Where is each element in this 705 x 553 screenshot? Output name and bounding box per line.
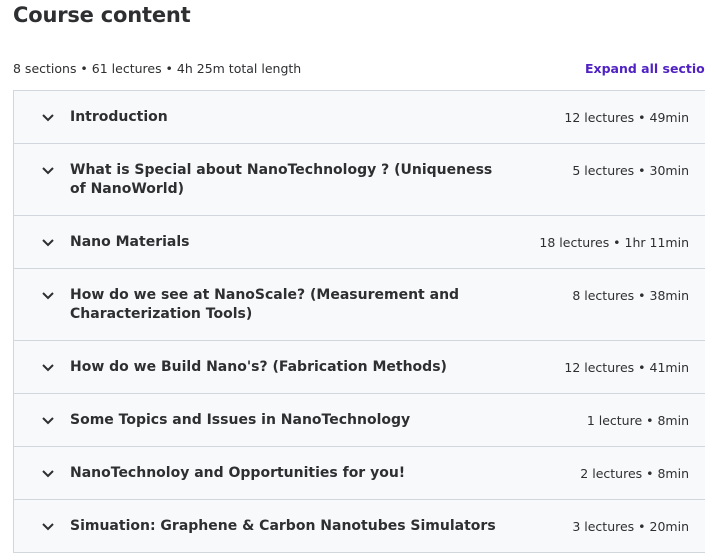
chevron-down-icon [41,166,55,176]
chevron-down-icon [41,363,55,373]
section-meta: 12 lectures • 49min [564,110,689,125]
section-panel-simulation[interactable]: Simuation: Graphene & Carbon Nanotubes S… [14,500,705,553]
section-panel-topics-issues[interactable]: Some Topics and Issues in NanoTechnology… [14,394,705,447]
section-panel-measurement-tools[interactable]: How do we see at NanoScale? (Measurement… [14,269,705,341]
chevron-down-icon [41,416,55,426]
course-summary-row: 8 sections • 61 lectures • 4h 25m total … [13,61,705,81]
chevron-down-icon [41,522,55,532]
section-meta: 1 lecture • 8min [586,413,689,428]
chevron-down-icon [41,291,55,301]
section-title: How do we see at NanoScale? (Measurement… [70,287,460,322]
section-title: What is Special about NanoTechnology ? (… [70,162,493,197]
chevron-down-icon [41,113,55,123]
course-content-heading: Course content [13,3,191,27]
course-summary: 8 sections • 61 lectures • 4h 25m total … [13,61,302,76]
section-title: NanoTechnoloy and Opportunities for you! [70,465,406,481]
expand-all-sections-button[interactable]: Expand all sections [585,61,705,76]
section-title: How do we Build Nano's? (Fabrication Met… [70,359,447,375]
section-panel-uniqueness[interactable]: What is Special about NanoTechnology ? (… [14,144,705,216]
section-panel-nano-materials[interactable]: Nano Materials 18 lectures • 1hr 11min [14,216,705,269]
section-panel-introduction[interactable]: Introduction 12 lectures • 49min [14,91,705,144]
section-list: Introduction 12 lectures • 49min What is… [13,90,705,553]
section-panel-fabrication-methods[interactable]: How do we Build Nano's? (Fabrication Met… [14,341,705,394]
section-meta: 8 lectures • 38min [572,288,689,303]
section-panel-opportunities[interactable]: NanoTechnoloy and Opportunities for you!… [14,447,705,500]
chevron-down-icon [41,469,55,479]
section-meta: 3 lectures • 20min [572,519,689,534]
section-title: Some Topics and Issues in NanoTechnology [70,412,411,428]
section-meta: 18 lectures • 1hr 11min [539,235,689,250]
section-meta: 2 lectures • 8min [580,466,689,481]
section-title: Simuation: Graphene & Carbon Nanotubes S… [70,518,496,534]
section-title: Introduction [70,109,168,125]
section-title: Nano Materials [70,234,190,250]
section-meta: 12 lectures • 41min [564,360,689,375]
section-meta: 5 lectures • 30min [572,163,689,178]
chevron-down-icon [41,238,55,248]
